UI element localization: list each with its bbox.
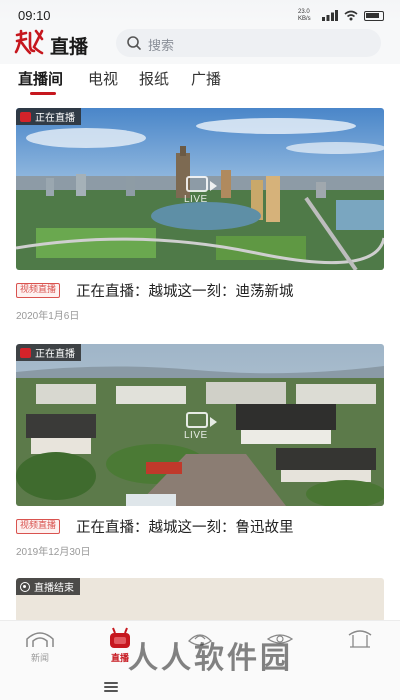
live-status-badge: 直播结束 [16, 578, 80, 595]
menu-handle-icon[interactable] [104, 682, 118, 692]
ended-icon [20, 581, 30, 592]
live-status-badge: 正在直播 [16, 344, 81, 361]
active-tab-indicator [30, 92, 56, 95]
pavilion-icon [345, 627, 375, 649]
app-logo [14, 27, 44, 57]
card-date: 2019年12月30日 [16, 547, 91, 558]
card-title[interactable]: 正在直播：越城这一刻：迪荡新城 [76, 280, 294, 301]
wifi-icon [344, 10, 358, 23]
live-icon [20, 111, 31, 122]
card-thumbnail[interactable]: 直播结束 [16, 578, 384, 622]
video-live-tag: 视频直播 [16, 519, 61, 534]
category-tabs: 直播间 电视 报纸 广播 [0, 64, 400, 98]
header-bar: 直播 搜索 [0, 22, 400, 64]
search-icon [127, 36, 141, 50]
app-screen: 09:10 23.0 KB/s 直播 搜索 直播间 电视 报纸 广播 正在直播 … [0, 0, 400, 700]
live-status-badge: 正在直播 [16, 108, 81, 125]
card-title[interactable]: 正在直播：越城这一刻：鲁迅故里 [76, 516, 294, 537]
nav-news-label: 新闻 [30, 654, 49, 664]
card-thumbnail[interactable]: 正在直播 LIVE [16, 344, 384, 506]
card-date: 2020年1月6日 [16, 311, 80, 322]
card-thumbnail[interactable]: 正在直播 LIVE [16, 108, 384, 270]
nav-item-5[interactable] [330, 627, 390, 651]
live-status-text: 直播结束 [34, 583, 74, 594]
tab-newspaper[interactable]: 报纸 [139, 68, 169, 89]
site-watermark: 人人软件园 [128, 641, 293, 676]
live-status-text: 正在直播 [35, 349, 75, 360]
tab-live-room[interactable]: 直播间 [18, 68, 63, 89]
tab-tv[interactable]: 电视 [88, 68, 118, 89]
live-icon [20, 347, 31, 358]
search-placeholder: 搜索 [148, 39, 175, 54]
battery-icon [364, 11, 384, 21]
card-title-row: 视频直播 正在直播：越城这一刻：迪荡新城 [16, 280, 384, 302]
card-title-row: 视频直播 正在直播：越城这一刻：鲁迅故里 [16, 516, 384, 538]
tab-radio[interactable]: 广播 [191, 68, 221, 89]
video-live-tag: 视频直播 [16, 283, 61, 298]
live-camera-icon: LIVE [184, 174, 217, 205]
search-input[interactable]: 搜索 [116, 29, 381, 57]
live-camera-icon: LIVE [184, 410, 217, 441]
status-icons: 23.0 KB/s [298, 9, 384, 23]
page-title: 直播 [50, 36, 89, 58]
signal-icon [322, 9, 338, 23]
news-icon [25, 627, 55, 649]
live-label: LIVE [184, 430, 208, 441]
network-speed: 23.0 KB/s [298, 9, 311, 22]
live-status-text: 正在直播 [35, 113, 75, 124]
status-time: 09:10 [18, 8, 51, 23]
live-label: LIVE [184, 194, 208, 205]
nav-news[interactable]: 新闻 [10, 627, 70, 664]
